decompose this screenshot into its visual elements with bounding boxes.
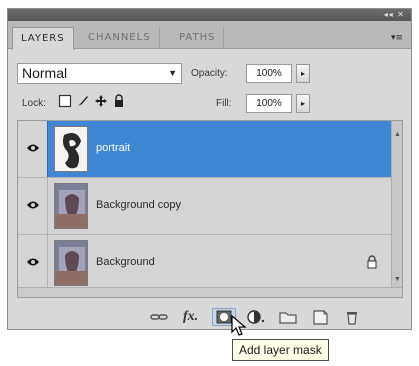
eye-icon bbox=[27, 144, 39, 152]
layer-thumbnail bbox=[54, 183, 88, 229]
visibility-toggle[interactable] bbox=[18, 121, 48, 177]
trash-icon[interactable] bbox=[340, 308, 364, 326]
lock-position-move-icon[interactable] bbox=[94, 94, 108, 108]
layer-thumbnail bbox=[54, 240, 88, 286]
opacity-slider-button[interactable]: ▸ bbox=[296, 64, 310, 83]
visibility-toggle[interactable] bbox=[18, 178, 48, 234]
fill-slider-button[interactable]: ▸ bbox=[296, 94, 310, 113]
layers-list: portrait Background copy Background ▲ ▼ bbox=[17, 120, 403, 298]
layer-name[interactable]: portrait bbox=[96, 142, 130, 154]
lock-label: Lock: bbox=[22, 98, 46, 109]
layer-thumbnail bbox=[54, 126, 88, 172]
blend-mode-value: Normal bbox=[22, 65, 68, 81]
visibility-toggle[interactable] bbox=[18, 235, 48, 291]
layer-name[interactable]: Background bbox=[96, 256, 155, 268]
scroll-up-arrow-icon[interactable]: ▲ bbox=[394, 131, 401, 138]
lock-all-icon[interactable] bbox=[112, 94, 126, 108]
layer-style-fx-icon[interactable]: fx. bbox=[180, 308, 204, 326]
tab-layers[interactable]: LAYERS bbox=[12, 27, 74, 50]
lock-icon bbox=[367, 255, 377, 269]
fill-input[interactable]: 100% bbox=[246, 94, 292, 113]
chevron-down-icon: ▼ bbox=[168, 68, 177, 78]
opacity-input[interactable]: 100% bbox=[246, 64, 292, 83]
layer-row-background-copy[interactable]: Background copy bbox=[18, 178, 392, 235]
layers-panel: ◂◂ ✕ LAYERS CHANNELS PATHS ▾≡ Normal ▼ O… bbox=[7, 8, 412, 330]
layers-vertical-scrollbar[interactable]: ▲ ▼ bbox=[391, 121, 402, 297]
panel-collapse-close-controls[interactable]: ◂◂ ✕ bbox=[384, 10, 405, 19]
layer-name[interactable]: Background copy bbox=[96, 199, 181, 211]
fill-label: Fill: bbox=[216, 98, 232, 109]
opacity-label: Opacity: bbox=[191, 68, 228, 79]
layer-row-background[interactable]: Background bbox=[18, 235, 392, 292]
mouse-pointer-icon bbox=[231, 315, 247, 336]
adjustment-layer-icon[interactable] bbox=[244, 308, 268, 326]
panel-footer-buttons: fx. bbox=[148, 306, 372, 328]
tab-paths[interactable]: PATHS bbox=[171, 27, 225, 49]
new-group-icon[interactable] bbox=[276, 308, 300, 326]
scroll-down-arrow-icon[interactable]: ▼ bbox=[394, 276, 401, 283]
eye-icon bbox=[27, 258, 39, 266]
tab-channels[interactable]: CHANNELS bbox=[80, 27, 160, 49]
panel-titlebar[interactable]: ◂◂ ✕ bbox=[8, 9, 411, 21]
lock-image-pixels-brush-icon[interactable] bbox=[76, 94, 90, 108]
link-layers-icon[interactable] bbox=[148, 308, 172, 326]
screenshot-stage: ◂◂ ✕ LAYERS CHANNELS PATHS ▾≡ Normal ▼ O… bbox=[0, 0, 419, 366]
layer-row-portrait[interactable]: portrait bbox=[18, 121, 392, 178]
tooltip: Add layer mask bbox=[232, 339, 329, 361]
panel-tab-bar: LAYERS CHANNELS PATHS ▾≡ bbox=[8, 21, 411, 50]
lock-options bbox=[58, 93, 126, 109]
lock-transparent-pixels-icon[interactable] bbox=[58, 94, 72, 108]
blend-mode-select[interactable]: Normal ▼ bbox=[17, 63, 182, 84]
fx-label: fx. bbox=[183, 309, 199, 324]
layers-horizontal-scrollbar[interactable] bbox=[18, 287, 402, 297]
new-layer-icon[interactable] bbox=[308, 308, 332, 326]
eye-icon bbox=[27, 201, 39, 209]
panel-menu-icon[interactable]: ▾≡ bbox=[389, 33, 405, 45]
